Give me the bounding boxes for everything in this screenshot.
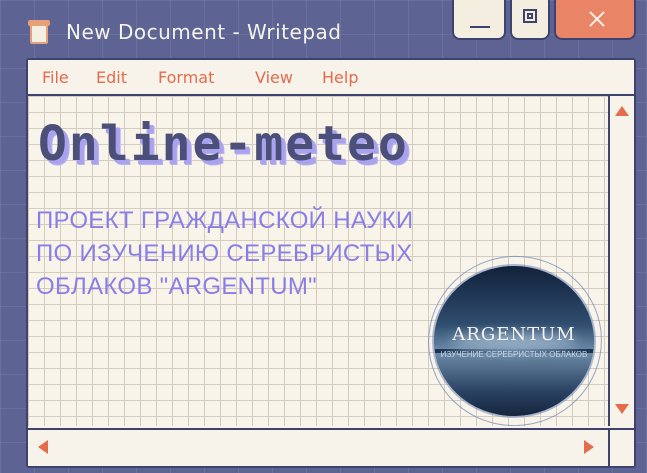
subtitle-line: ПРОЕКТ ГРАЖДАНСКОЙ НАУКИ: [36, 207, 414, 234]
menu-edit[interactable]: Edit: [96, 68, 127, 87]
document-icon: [28, 20, 50, 44]
document-canvas[interactable]: Online-meteo ПРОЕКТ ГРАЖДАНСКОЙ НАУКИ ПО…: [28, 96, 608, 426]
scrollbar-corner: [608, 428, 634, 466]
logo-water: [434, 353, 594, 416]
document-heading: Online-meteo: [38, 116, 409, 172]
logo-caption: ИЗУЧЕНИЕ СЕРЕБРИСТЫХ ОБЛАКОВ: [440, 350, 588, 359]
menu-view[interactable]: View: [255, 68, 293, 87]
logo-title: ARGENTUM: [452, 324, 576, 345]
scroll-down-arrow-icon[interactable]: [615, 404, 629, 414]
menu-help[interactable]: Help: [322, 68, 358, 87]
menu-file[interactable]: File: [42, 68, 69, 87]
argentum-logo: ARGENTUM ИЗУЧЕНИЕ СЕРЕБРИСТЫХ ОБЛАКОВ: [434, 266, 594, 416]
vertical-scrollbar[interactable]: [608, 96, 634, 426]
close-button[interactable]: [554, 0, 636, 40]
menu-bar: File Edit Format View Help: [28, 60, 634, 96]
menu-format[interactable]: Format: [158, 68, 214, 87]
scroll-up-arrow-icon[interactable]: [615, 106, 629, 116]
minimize-button[interactable]: [452, 0, 506, 40]
maximize-button[interactable]: [510, 0, 550, 40]
title-bar: New Document - Writepad: [0, 0, 647, 58]
editor-window: File Edit Format View Help Online-meteo …: [26, 58, 636, 468]
scroll-right-arrow-icon[interactable]: [584, 440, 594, 454]
window-title: New Document - Writepad: [66, 20, 342, 44]
horizontal-scrollbar[interactable]: [28, 428, 634, 466]
scroll-left-arrow-icon[interactable]: [38, 440, 48, 454]
